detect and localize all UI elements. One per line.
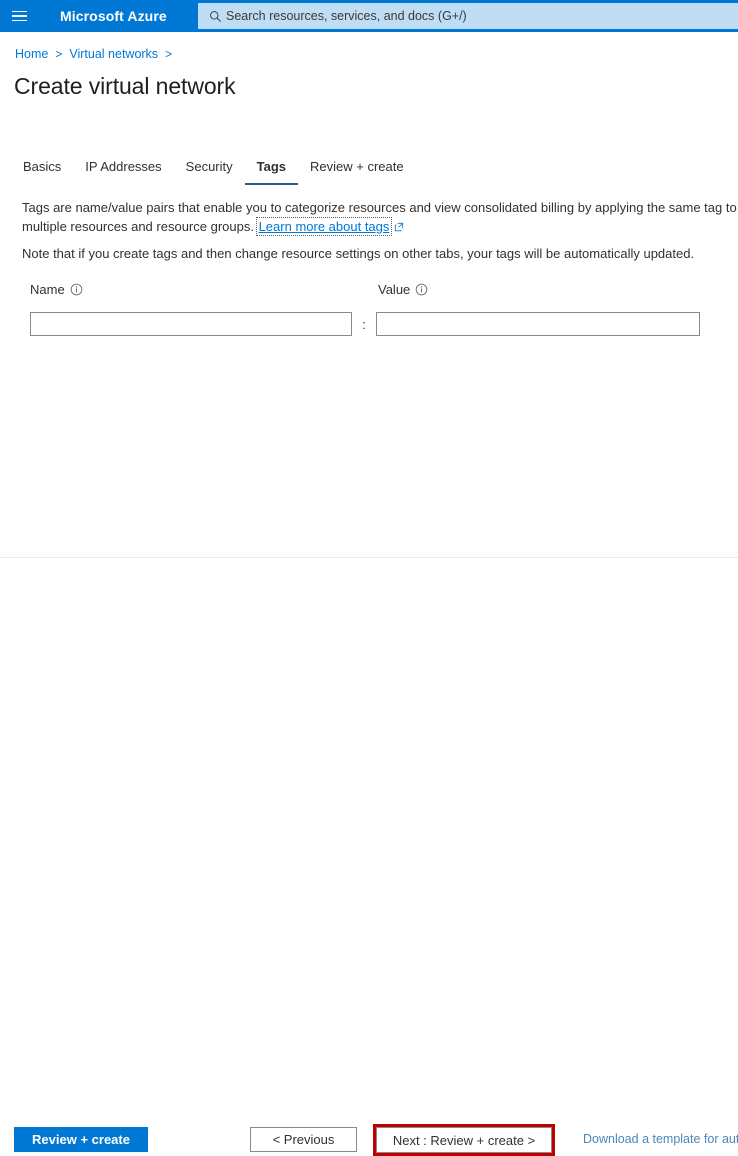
tags-note: Note that if you create tags and then ch… (22, 246, 695, 261)
page-title: Create virtual network (14, 73, 236, 99)
tab-security[interactable]: Security (174, 159, 245, 185)
chevron-right-icon: > (165, 47, 173, 61)
download-template-link[interactable]: Download a template for automation (583, 1132, 738, 1146)
tag-value-input[interactable] (376, 312, 700, 336)
info-icon[interactable] (70, 283, 83, 296)
hamburger-line (11, 10, 27, 13)
tag-table-headers: Name Value (30, 282, 720, 300)
azure-brand-logo[interactable]: Microsoft Azure (60, 8, 167, 24)
tag-name-label: Name (30, 282, 65, 297)
tags-description: Tags are name/value pairs that enable yo… (22, 198, 738, 237)
tag-value-label: Value (378, 282, 411, 297)
tag-separator-colon: : (362, 316, 366, 332)
next-review-create-button[interactable]: Next : Review + create > (376, 1127, 552, 1153)
external-link-icon (394, 218, 404, 237)
global-search-input[interactable] (226, 4, 738, 28)
info-icon[interactable] (415, 283, 428, 296)
tag-value-column-header: Value (378, 282, 428, 297)
previous-button[interactable]: < Previous (250, 1127, 357, 1152)
hamburger-line (11, 19, 27, 22)
chevron-right-icon: > (55, 47, 63, 61)
tag-name-input[interactable] (30, 312, 352, 336)
wizard-footer-bar: Review + create < Previous Next : Review… (0, 558, 738, 1156)
hamburger-menu-icon[interactable] (0, 0, 38, 32)
tag-name-column-header: Name (30, 282, 83, 297)
wizard-tab-list: Basics IP Addresses Security Tags Review… (14, 155, 416, 185)
review-create-button[interactable]: Review + create (14, 1127, 148, 1152)
hamburger-line (11, 15, 27, 17)
breadcrumb-item-virtual-networks[interactable]: Virtual networks (69, 47, 158, 61)
search-icon (204, 10, 226, 23)
azure-top-navigation-bar: Microsoft Azure (0, 0, 738, 32)
breadcrumb-item-home[interactable]: Home (15, 47, 48, 61)
learn-more-about-tags-link[interactable]: Learn more about tags (255, 217, 393, 236)
tab-ip-addresses[interactable]: IP Addresses (73, 159, 173, 185)
next-button-highlight: Next : Review + create > (373, 1124, 555, 1156)
tab-review-create[interactable]: Review + create (298, 159, 416, 185)
breadcrumb: Home > Virtual networks > (15, 47, 172, 61)
global-search-box[interactable] (198, 3, 738, 29)
tab-basics[interactable]: Basics (14, 159, 73, 185)
tab-tags[interactable]: Tags (244, 159, 299, 185)
tag-row: : (30, 312, 700, 336)
